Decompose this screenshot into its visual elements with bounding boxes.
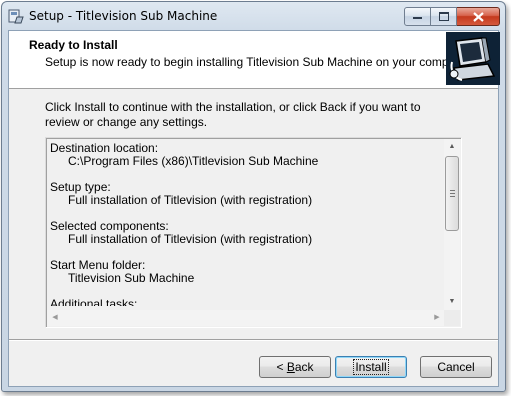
- window-title: Setup - Titlevision Sub Machine: [29, 9, 218, 23]
- footer-separator: [9, 339, 498, 341]
- instruction-text: Click Install to continue with the insta…: [45, 100, 421, 129]
- title-bar[interactable]: Setup - Titlevision Sub Machine: [2, 2, 505, 30]
- back-button[interactable]: < Back: [259, 356, 331, 378]
- install-button[interactable]: Install: [335, 356, 407, 378]
- back-accelerator: B: [286, 360, 295, 374]
- wizard-header: Ready to Install Setup is now ready to b…: [9, 31, 500, 89]
- memo-value: Full installation of Titlevision (with r…: [68, 232, 313, 246]
- memo-label: Additional tasks:: [50, 297, 138, 307]
- back-label-rest: ack: [294, 360, 314, 374]
- scrollbar-corner: [444, 310, 460, 326]
- page-title: Ready to Install: [29, 38, 118, 52]
- installer-computer-logo: [446, 32, 500, 85]
- memo-value: C:\Program Files (x86)\Titlevision Sub M…: [68, 154, 319, 168]
- ready-memo-text: Destination location: C:\Program Files (…: [50, 142, 438, 306]
- memo-section: Start Menu folder: Titlevision Sub Machi…: [50, 259, 438, 285]
- maximize-icon: [438, 12, 449, 21]
- close-button[interactable]: [457, 7, 500, 26]
- memo-section: Destination location: C:\Program Files (…: [50, 142, 438, 168]
- scroll-right-icon[interactable]: ▶: [429, 310, 445, 326]
- memo-value: Full installation of Titlevision (with r…: [68, 193, 313, 207]
- minimize-button[interactable]: [404, 7, 431, 26]
- scroll-down-icon[interactable]: ▼: [444, 294, 460, 310]
- memo-section: Setup type: Full installation of Titlevi…: [50, 181, 438, 207]
- scroll-up-icon[interactable]: ▲: [444, 139, 460, 155]
- scroll-thumb[interactable]: [445, 156, 459, 231]
- memo-value: Titlevision Sub Machine: [68, 271, 195, 285]
- setup-window: Setup - Titlevision Sub Machine Ready to…: [1, 1, 506, 392]
- maximize-button[interactable]: [431, 7, 457, 26]
- page-subtitle: Setup is now ready to begin installing T…: [45, 55, 472, 69]
- wizard-body: Ready to Install Setup is now ready to b…: [8, 30, 500, 387]
- cancel-button[interactable]: Cancel: [420, 356, 492, 378]
- vertical-scrollbar[interactable]: ▲ ▼: [444, 139, 460, 310]
- memo-section: Selected components: Full installation o…: [50, 220, 438, 246]
- setup-app-icon: [8, 9, 24, 24]
- install-label: Install: [353, 359, 389, 375]
- minimize-icon: [413, 17, 422, 19]
- close-icon: [472, 11, 484, 22]
- scroll-left-icon[interactable]: ◀: [47, 310, 63, 326]
- ready-memo[interactable]: Destination location: C:\Program Files (…: [45, 137, 462, 328]
- horizontal-scrollbar[interactable]: ◀ ▶: [47, 310, 445, 326]
- memo-section: Additional tasks:: [50, 297, 438, 307]
- back-prefix: <: [276, 360, 287, 374]
- scroll-grip-icon: [450, 190, 455, 197]
